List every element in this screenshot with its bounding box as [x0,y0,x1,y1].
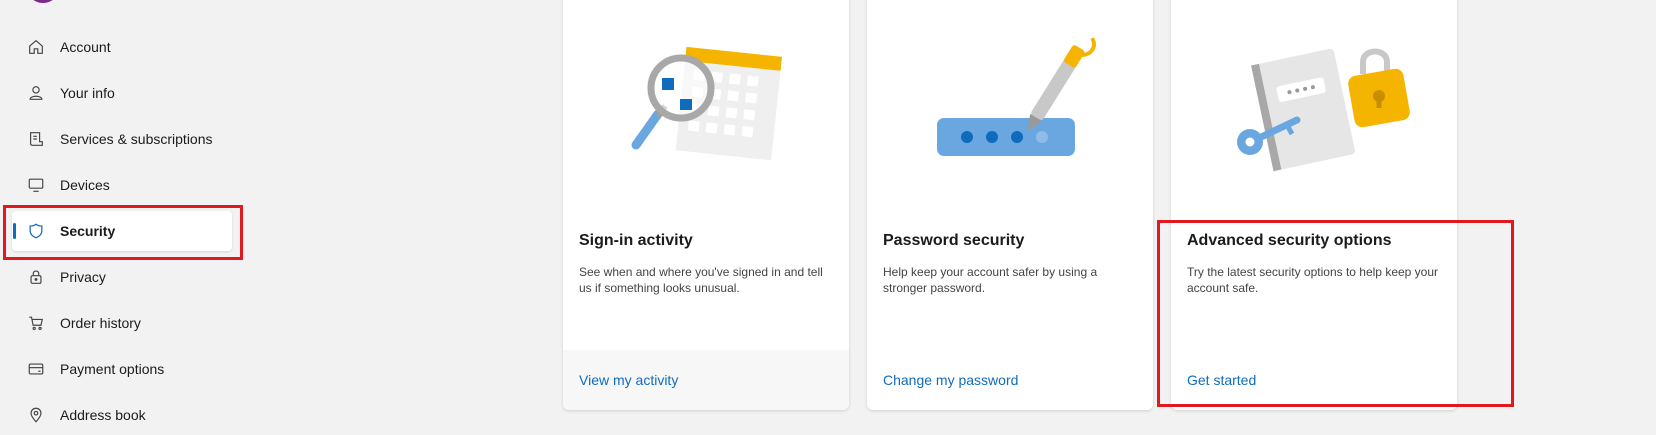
sidebar-item-address-book[interactable]: Address book [12,395,232,435]
card-footer: Change my password [867,350,1153,410]
card-title: Sign-in activity [579,232,693,249]
sidebar-item-label: Privacy [60,269,106,285]
sidebar-item-devices[interactable]: Devices [12,165,232,205]
home-icon [26,37,46,57]
card-footer: View my activity [563,350,849,410]
card-password-security: Password security Help keep your account… [867,0,1153,410]
sidebar-item-label: Your info [60,85,115,101]
monitor-icon [26,175,46,195]
view-my-activity-link[interactable]: View my activity [579,372,678,388]
password-pen-illustration [937,37,1096,156]
card-title: Advanced security options [1187,232,1392,249]
sidebar-item-label: Payment options [60,361,165,377]
sidebar-item-label: Services & subscriptions [60,131,213,147]
card-sign-in-activity: Sign-in activity See when and where you'… [563,0,849,410]
sidebar-item-label: Account [60,39,111,55]
credit-card-icon [26,359,46,379]
card-title: Password security [883,232,1025,249]
sidebar-nav: Account Your info Services & subscriptio… [0,0,260,426]
sidebar-item-account[interactable]: Account [12,27,232,67]
sidebar-item-label: Devices [60,177,110,193]
sidebar-item-order-history[interactable]: Order history [12,303,232,343]
sidebar-item-payment-options[interactable]: Payment options [12,349,232,389]
sidebar-item-services-subscriptions[interactable]: Services & subscriptions [12,119,232,159]
card-description: Help keep your account safer by using a … [883,265,1098,295]
receipt-icon [26,129,46,149]
location-pin-icon [26,405,46,425]
lock-icon [26,267,46,287]
get-started-link[interactable]: Get started [1187,372,1256,388]
shield-icon [26,221,46,241]
card-advanced-security-options: Advanced security options Try the latest… [1171,0,1457,410]
sidebar-item-label: Order history [60,315,141,331]
change-my-password-link[interactable]: Change my password [883,372,1018,388]
sidebar-item-label: Security [60,223,116,239]
sidebar-item-your-info[interactable]: Your info [12,73,232,113]
card-description: Try the latest security options to help … [1187,265,1439,295]
sidebar-item-privacy[interactable]: Privacy [12,257,232,297]
key-lock-illustration [1237,48,1410,172]
sidebar-item-label: Address book [60,407,146,423]
calendar-magnifier-illustration [631,46,782,161]
card-footer: Get started [1171,350,1457,410]
person-icon [26,83,46,103]
card-description: See when and where you've signed in and … [579,265,823,295]
cart-icon [26,313,46,333]
sidebar-item-security[interactable]: Security [12,211,232,251]
